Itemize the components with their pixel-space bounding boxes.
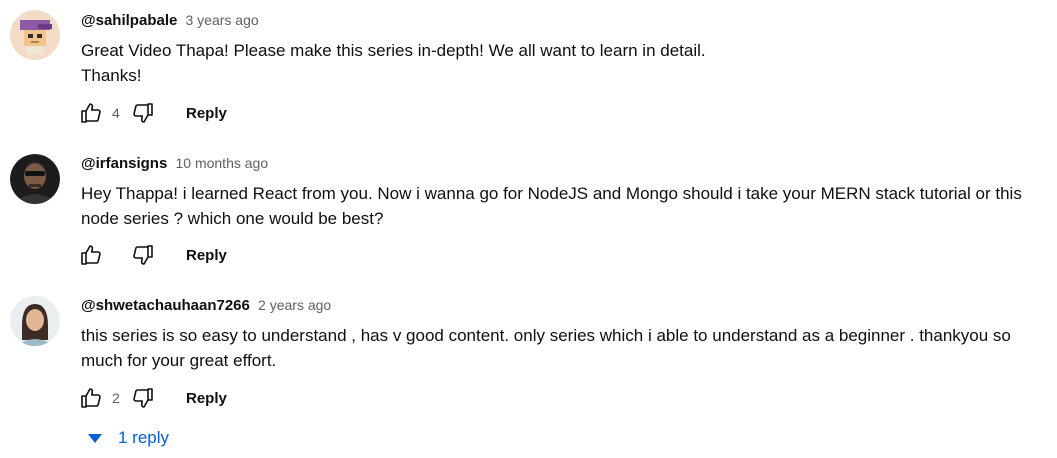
like-button[interactable] (78, 385, 104, 411)
comment-timestamp[interactable]: 3 years ago (186, 12, 259, 28)
view-replies-button[interactable]: 1 reply (86, 428, 169, 448)
comment-author[interactable]: @irfansigns (81, 155, 167, 172)
like-button[interactable] (78, 242, 104, 268)
thumb-up-icon (81, 245, 101, 265)
thumb-down-icon (133, 103, 153, 123)
reply-button[interactable]: Reply (186, 390, 227, 407)
dislike-button[interactable] (130, 242, 156, 268)
comment-header: @shwetachauhaan7266 2 years ago (81, 297, 331, 314)
like-button[interactable] (78, 100, 104, 126)
thumb-up-icon (81, 103, 101, 123)
dislike-button[interactable] (130, 385, 156, 411)
comment-text-line: node series ? which one would be best? (81, 209, 384, 228)
caret-down-icon (86, 431, 104, 445)
comment-text-line: Thanks! (81, 66, 142, 85)
like-count: 4 (112, 105, 120, 121)
comment-header: @sahilpabale 3 years ago (81, 12, 259, 29)
comment-actions: Reply (78, 242, 227, 268)
comment-author[interactable]: @sahilpabale (81, 12, 177, 29)
comment-text-line: Hey Thappa! i learned React from you. No… (81, 184, 1022, 203)
replies-count-label: 1 reply (118, 428, 170, 447)
comment-header: @irfansigns 10 months ago (81, 155, 268, 172)
avatar-pixel-art-image (10, 10, 60, 60)
avatar-photo-image (10, 296, 60, 346)
avatar-photo-image (10, 154, 60, 204)
comment-text: this series is so easy to understand , h… (81, 323, 1041, 373)
comment-timestamp[interactable]: 10 months ago (175, 155, 268, 171)
avatar[interactable] (10, 296, 60, 346)
thumb-down-icon (133, 245, 153, 265)
comment-actions: 4 Reply (78, 100, 227, 126)
comment-author[interactable]: @shwetachauhaan7266 (81, 297, 250, 314)
avatar[interactable] (10, 154, 60, 204)
comment-text-line: Great Video Thapa! Please make this seri… (81, 41, 706, 60)
reply-button[interactable]: Reply (186, 105, 227, 122)
like-count: 2 (112, 390, 120, 406)
comment-text: Hey Thappa! i learned React from you. No… (81, 181, 1041, 231)
reply-button[interactable]: Reply (186, 247, 227, 264)
comment-text: Great Video Thapa! Please make this seri… (81, 38, 1041, 88)
dislike-button[interactable] (130, 100, 156, 126)
comment-text-line: this series is so easy to understand , h… (81, 326, 1011, 345)
thumb-down-icon (133, 388, 153, 408)
comment-actions: 2 Reply (78, 385, 227, 411)
comment-text-line: much for your great effort. (81, 351, 277, 370)
thumb-up-icon (81, 388, 101, 408)
comment-timestamp[interactable]: 2 years ago (258, 297, 331, 313)
avatar[interactable] (10, 10, 60, 60)
